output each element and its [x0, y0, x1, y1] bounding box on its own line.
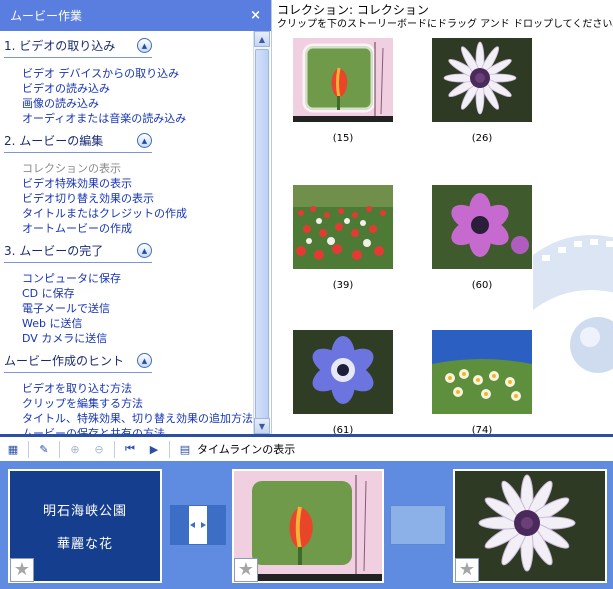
- title-line-1: 明石海峡公園: [42, 504, 127, 519]
- transition-panel-left: [171, 506, 189, 544]
- storyboard-clip[interactable]: ★: [453, 469, 607, 583]
- section-title: 3. ムービーの完了: [4, 244, 104, 258]
- section-edit-movie: 2. ムービーの編集 ▲ コレクションの表示 ビデオ特殊効果の表示 ビデオ切り替…: [0, 132, 253, 236]
- storyboard-view-icon[interactable]: ▦: [4, 440, 22, 458]
- star-icon[interactable]: ★: [10, 558, 34, 582]
- task-send-email[interactable]: 電子メールで送信: [22, 301, 253, 316]
- tip-edit-clips[interactable]: クリップを編集する方法: [22, 396, 253, 411]
- storyboard-title-clip[interactable]: 明石海峡公園 華麗な花 ★: [8, 469, 162, 583]
- zoom-in-icon[interactable]: ⊕: [66, 440, 84, 458]
- task-automovie[interactable]: オートムービーの作成: [22, 221, 253, 236]
- section-header[interactable]: 3. ムービーの完了 ▲: [4, 242, 152, 263]
- purple-anemone-image: [432, 185, 532, 269]
- clip-thumbnail[interactable]: (39): [293, 185, 393, 291]
- pane-header: ムービー作業 ×: [0, 0, 271, 31]
- blue-anemone-image: [293, 330, 393, 414]
- tulip-image: [293, 38, 393, 122]
- scroll-down-icon[interactable]: ▼: [254, 418, 270, 434]
- task-view-effects[interactable]: ビデオ特殊効果の表示: [22, 176, 253, 191]
- storyboard-toolbar: ▦ ✎ ⊕ ⊖ ⏮ ▶ ▤ タイムラインの表示: [0, 434, 613, 461]
- movie-tasks-pane: ムービー作業 × 1. ビデオの取り込み ▲ ビデオ デバイスからの取り込み ビ…: [0, 0, 272, 434]
- transition-slot[interactable]: [390, 505, 446, 545]
- task-send-dv[interactable]: DV カメラに送信: [22, 331, 253, 346]
- arrows-icon: [190, 522, 206, 528]
- daisy-image: [432, 38, 532, 122]
- task-view-collections: コレクションの表示: [22, 162, 121, 175]
- task-make-titles[interactable]: タイトルまたはクレジットの作成: [22, 206, 253, 221]
- task-import-video[interactable]: ビデオの読み込み: [22, 81, 253, 96]
- task-capture-device[interactable]: ビデオ デバイスからの取り込み: [22, 66, 253, 81]
- clip-thumbnail[interactable]: (74): [432, 330, 532, 434]
- clip-label: (26): [471, 133, 493, 144]
- show-timeline-button[interactable]: ▤ タイムラインの表示: [176, 440, 295, 458]
- task-view-transitions[interactable]: ビデオ切り替え効果の表示: [22, 191, 253, 206]
- section-title: 1. ビデオの取り込み: [4, 39, 116, 53]
- star-icon[interactable]: ★: [234, 558, 258, 582]
- chevron-up-icon[interactable]: ▲: [137, 353, 152, 368]
- title-line-2: 華麗な花: [56, 537, 113, 552]
- chevron-up-icon[interactable]: ▲: [137, 243, 152, 258]
- transition-panel-right: [207, 506, 225, 544]
- task-save-cd[interactable]: CD に保存: [22, 286, 253, 301]
- task-save-computer[interactable]: コンピュータに保存: [22, 271, 253, 286]
- play-icon[interactable]: ▶: [145, 440, 163, 458]
- section-header[interactable]: 2. ムービーの編集 ▲: [4, 132, 152, 153]
- narrate-icon[interactable]: ✎: [35, 440, 53, 458]
- clip-label: (60): [471, 280, 493, 291]
- section-header[interactable]: 1. ビデオの取り込み ▲: [4, 37, 152, 58]
- timeline-icon: ▤: [179, 442, 191, 456]
- section-header[interactable]: ムービー作成のヒント ▲: [4, 352, 152, 373]
- tulip-field-image: [293, 185, 393, 269]
- tip-capture-video[interactable]: ビデオを取り込む方法: [22, 381, 253, 396]
- chevron-up-icon[interactable]: ▲: [137, 38, 152, 53]
- transition-slot[interactable]: [170, 505, 226, 545]
- tip-save-share[interactable]: ムービーの保存と共有の方法: [22, 426, 253, 434]
- toolbar-divider: [28, 440, 29, 458]
- close-icon[interactable]: ×: [250, 8, 261, 23]
- section-tips: ムービー作成のヒント ▲ ビデオを取り込む方法 クリップを編集する方法 タイトル…: [0, 352, 253, 434]
- clip-label: (74): [471, 425, 493, 434]
- clip-label: (15): [332, 133, 354, 144]
- scroll-up-icon[interactable]: ▲: [254, 31, 270, 47]
- task-send-web[interactable]: Web に送信: [22, 316, 253, 331]
- pane-body: 1. ビデオの取り込み ▲ ビデオ デバイスからの取り込み ビデオの読み込み 画…: [0, 31, 253, 434]
- filmstrip-watermark-icon: [533, 235, 613, 373]
- clip-thumbnail[interactable]: (60): [432, 185, 532, 291]
- clip-thumbnail[interactable]: (15): [293, 38, 393, 144]
- narcissus-image: [432, 330, 532, 414]
- pane-scrollbar[interactable]: ▲ ▼: [253, 31, 270, 434]
- section-finish-movie: 3. ムービーの完了 ▲ コンピュータに保存 CD に保存 電子メールで送信 W…: [0, 242, 253, 346]
- tip-add-effects[interactable]: タイトル、特殊効果、切り替え効果の追加方法: [22, 411, 253, 426]
- pane-title: ムービー作業: [10, 9, 83, 23]
- clip-label: (39): [332, 280, 354, 291]
- clip-thumbnail[interactable]: (61): [293, 330, 393, 434]
- section-title: 2. ムービーの編集: [4, 134, 104, 148]
- toolbar-divider: [59, 440, 60, 458]
- collection-hint: クリップを下のストーリーボードにドラッグ アンド ドロップしてください。: [277, 19, 613, 30]
- zoom-out-icon[interactable]: ⊖: [90, 440, 108, 458]
- section-capture-video: 1. ビデオの取り込み ▲ ビデオ デバイスからの取り込み ビデオの読み込み 画…: [0, 37, 253, 126]
- storyboard: 明石海峡公園 華麗な花 ★ ★ ★: [0, 461, 613, 589]
- chevron-up-icon[interactable]: ▲: [137, 133, 152, 148]
- star-icon[interactable]: ★: [455, 558, 479, 582]
- task-import-audio[interactable]: オーディオまたは音楽の読み込み: [22, 111, 253, 126]
- section-title: ムービー作成のヒント: [4, 354, 125, 368]
- scroll-thumb[interactable]: [255, 49, 269, 419]
- toolbar-divider: [114, 440, 115, 458]
- clip-label: (61): [332, 425, 354, 434]
- task-import-pictures[interactable]: 画像の読み込み: [22, 96, 253, 111]
- storyboard-clip[interactable]: ★: [232, 469, 384, 583]
- toolbar-divider: [169, 440, 170, 458]
- collection-area: コレクション: コレクション クリップを下のストーリーボードにドラッグ アンド …: [273, 0, 613, 434]
- clip-thumbnail[interactable]: (26): [432, 38, 532, 144]
- rewind-icon[interactable]: ⏮: [121, 440, 139, 458]
- show-timeline-label: タイムラインの表示: [197, 443, 296, 456]
